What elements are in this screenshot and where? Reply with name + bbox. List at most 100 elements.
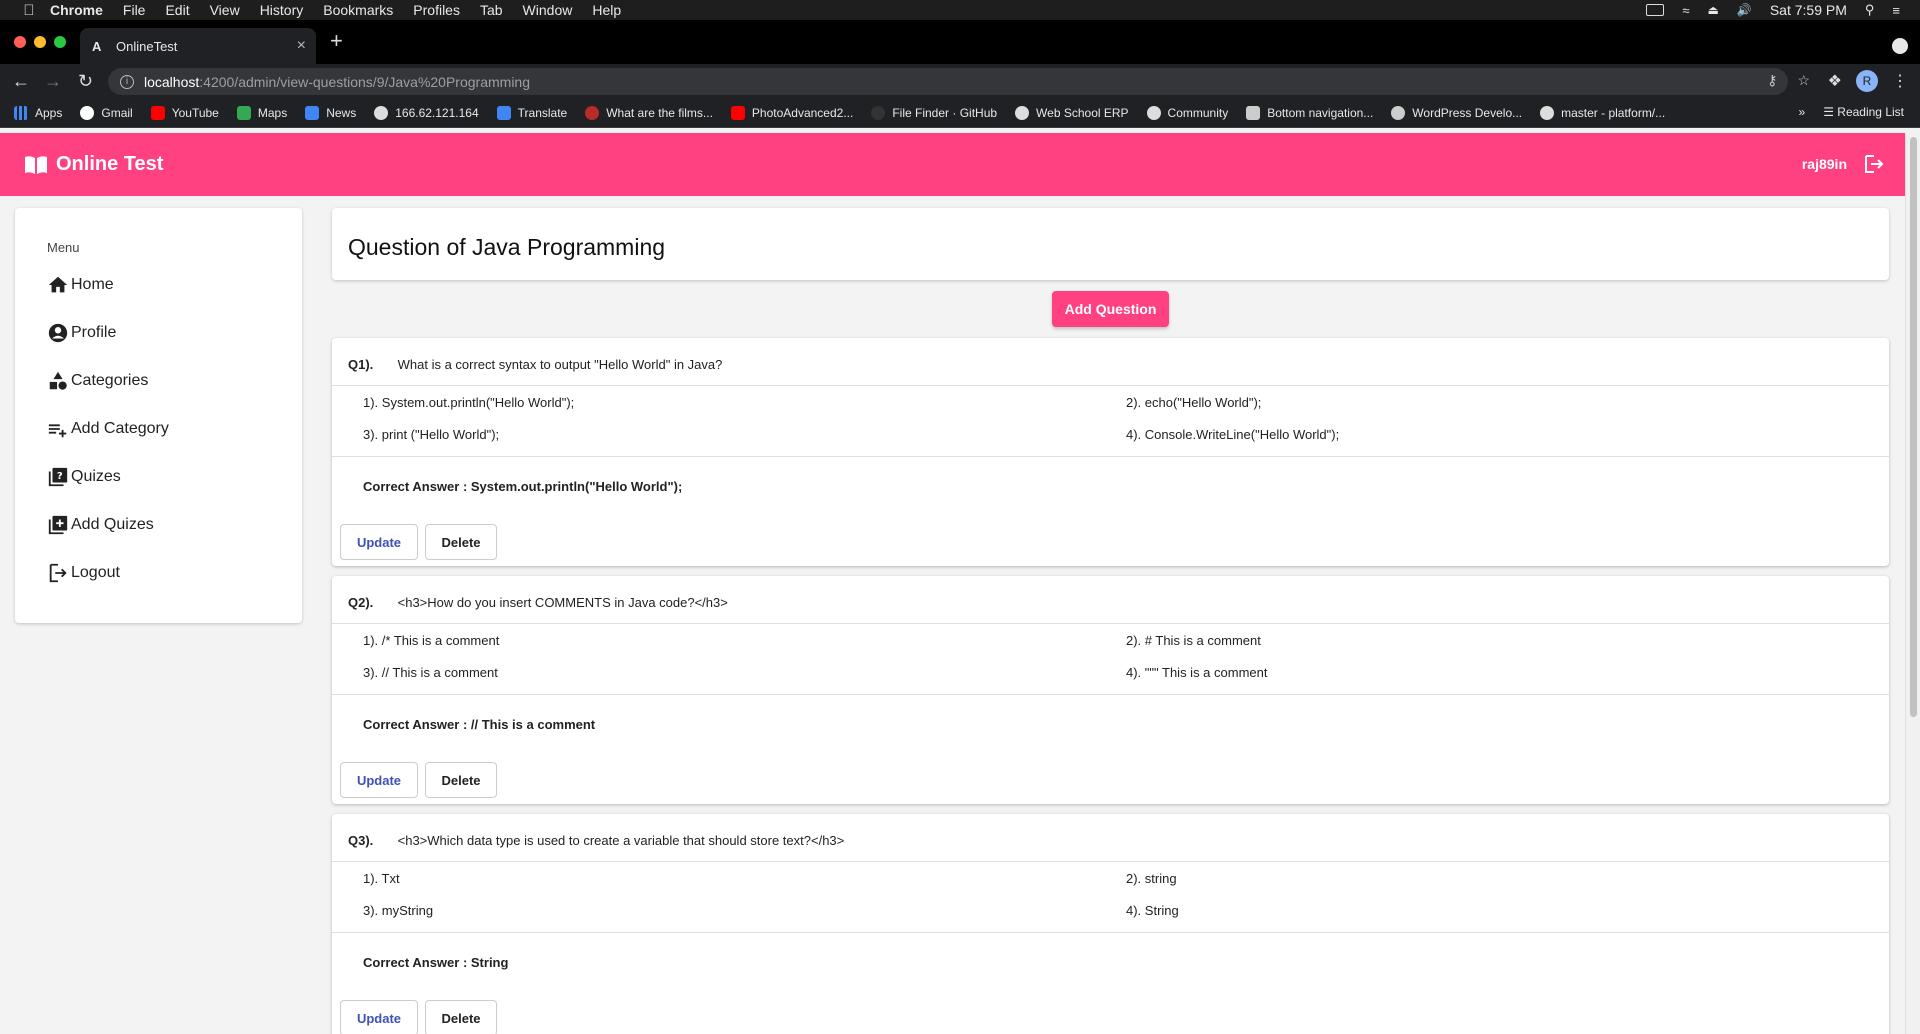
spotlight-search-icon[interactable]: ⚲ bbox=[1865, 2, 1875, 18]
control-center-icon[interactable]: ≡ bbox=[1892, 3, 1900, 18]
delete-button[interactable]: Delete bbox=[425, 762, 497, 798]
question-header: Q2). <h3>How do you insert COMMENTS in J… bbox=[348, 595, 728, 610]
tab-search-icon[interactable] bbox=[1892, 38, 1908, 54]
sidebar-item-profile[interactable]: Profile bbox=[47, 318, 116, 348]
bookmark-label: Web School ERP bbox=[1036, 105, 1129, 120]
mac-menu-profiles[interactable]: Profiles bbox=[413, 2, 460, 18]
window-minimize-button[interactable] bbox=[34, 36, 46, 48]
mac-menu-bookmarks[interactable]: Bookmarks bbox=[323, 2, 393, 18]
mac-menu-help[interactable]: Help bbox=[592, 2, 621, 18]
bookmark-bottom-nav[interactable]: Bottom navigation... bbox=[1246, 105, 1374, 120]
bookmark-films[interactable]: What are the films... bbox=[585, 105, 713, 120]
mac-menu-window[interactable]: Window bbox=[523, 2, 573, 18]
mac-menu-history[interactable]: History bbox=[260, 2, 304, 18]
bookmark-photoadvanced[interactable]: PhotoAdvanced2... bbox=[730, 105, 854, 120]
volume-icon[interactable]: 🔊 bbox=[1737, 3, 1752, 17]
scrollbar-thumb[interactable] bbox=[1910, 137, 1917, 717]
back-icon[interactable]: ← bbox=[12, 71, 30, 92]
bookmark-web-school[interactable]: Web School ERP bbox=[1015, 105, 1129, 120]
sidebar-item-logout[interactable]: Logout bbox=[47, 558, 120, 588]
page-scrollbar[interactable] bbox=[1905, 133, 1920, 1034]
update-button[interactable]: Update bbox=[340, 762, 418, 798]
question-number: Q1). bbox=[348, 357, 374, 372]
mac-menu-view[interactable]: View bbox=[210, 2, 240, 18]
divider bbox=[332, 861, 1889, 862]
wifi-icon[interactable]: ≈ bbox=[1682, 3, 1689, 18]
update-button[interactable]: Update bbox=[340, 1000, 418, 1034]
sidebar-item-categories[interactable]: Categories bbox=[47, 366, 148, 396]
address-bar[interactable]: i localhost :4200/admin/view-questions/9… bbox=[108, 68, 1788, 95]
bookmark-community[interactable]: Community bbox=[1146, 105, 1228, 120]
apple-icon[interactable]:  bbox=[20, 2, 38, 19]
logout-icon[interactable] bbox=[1863, 153, 1885, 178]
option-1: 1). /* This is a comment bbox=[363, 633, 500, 648]
correct-answer: Correct Answer : // This is a comment bbox=[363, 717, 596, 732]
bookmark-news[interactable]: News bbox=[305, 105, 356, 120]
forward-icon[interactable]: → bbox=[44, 71, 62, 92]
update-button[interactable]: Update bbox=[340, 524, 418, 560]
username-link[interactable]: raj89in bbox=[1802, 156, 1847, 172]
window-close-button[interactable] bbox=[14, 36, 26, 48]
delete-button[interactable]: Delete bbox=[425, 524, 497, 560]
option-2: 2). echo("Hello World"); bbox=[1126, 395, 1262, 410]
key-icon[interactable]: ⚷ bbox=[1767, 72, 1777, 89]
bookmark-youtube[interactable]: YouTube bbox=[150, 105, 219, 120]
sidebar-item-label: Home bbox=[71, 276, 114, 293]
delete-button[interactable]: Delete bbox=[425, 1000, 497, 1034]
bookmark-master-platform[interactable]: master - platform/... bbox=[1540, 105, 1666, 120]
new-tab-icon[interactable]: + bbox=[330, 28, 343, 54]
bookmark-label: File Finder · GitHub bbox=[892, 105, 998, 120]
keyboard-icon[interactable] bbox=[1646, 4, 1665, 16]
bookmarks-overflow-icon[interactable]: » bbox=[1799, 105, 1806, 119]
translate-icon bbox=[496, 105, 511, 120]
brand[interactable]: Online Test bbox=[24, 153, 163, 176]
clock[interactable]: Sat 7:59 PM bbox=[1770, 2, 1847, 18]
bookmark-wordpress[interactable]: WordPress Develo... bbox=[1391, 105, 1523, 120]
question-text: <h3>Which data type is used to create a … bbox=[397, 833, 845, 848]
mac-menu-chrome[interactable]: Chrome bbox=[50, 2, 103, 18]
mac-menu-tab[interactable]: Tab bbox=[480, 2, 503, 18]
tab-onlinetest[interactable]: A OnlineTest × bbox=[80, 28, 316, 64]
window-zoom-button[interactable] bbox=[54, 36, 66, 48]
bookmark-ip[interactable]: 166.62.121.164 bbox=[374, 105, 479, 120]
tab-close-icon[interactable]: × bbox=[297, 37, 306, 55]
bookmark-file-finder[interactable]: File Finder · GitHub bbox=[871, 105, 998, 120]
mac-menu-edit[interactable]: Edit bbox=[165, 2, 189, 18]
add-question-button[interactable]: Add Question bbox=[1052, 291, 1169, 327]
bookmark-label: WordPress Develo... bbox=[1412, 105, 1523, 120]
reload-icon[interactable]: ↻ bbox=[78, 71, 93, 92]
bookmark-maps[interactable]: Maps bbox=[236, 105, 287, 120]
correct-answer: Correct Answer : System.out.println("Hel… bbox=[363, 479, 683, 494]
bookmark-apps[interactable]: Apps bbox=[14, 105, 62, 120]
sidebar-item-home[interactable]: Home bbox=[47, 270, 114, 300]
playlist-add-icon bbox=[48, 424, 67, 438]
sidebar-item-quizes[interactable]: ? Quizes bbox=[47, 462, 121, 492]
brand-title: Online Test bbox=[56, 153, 164, 175]
option-4: 4). String bbox=[1126, 903, 1179, 918]
reading-list-label: Reading List bbox=[1837, 105, 1904, 119]
eject-icon[interactable]: ⏏ bbox=[1708, 3, 1719, 17]
bookmark-translate[interactable]: Translate bbox=[496, 105, 567, 120]
divider bbox=[332, 932, 1889, 933]
sidebar-item-label: Add Category bbox=[71, 420, 169, 437]
bookmark-label: YouTube bbox=[171, 105, 219, 120]
book-open-icon bbox=[25, 155, 47, 174]
profile-avatar[interactable]: R bbox=[1856, 70, 1878, 92]
mac-menu-file[interactable]: File bbox=[123, 2, 146, 18]
page-title: Question of Java Programming bbox=[348, 234, 666, 260]
globe-icon bbox=[1015, 105, 1030, 120]
site-info-icon[interactable]: i bbox=[120, 74, 134, 89]
bookmark-label: PhotoAdvanced2... bbox=[751, 105, 854, 120]
bookmark-label: master - platform/... bbox=[1561, 105, 1666, 120]
reading-list[interactable]: ☰ Reading List bbox=[1823, 105, 1904, 119]
bookmark-label: Bottom navigation... bbox=[1267, 105, 1374, 120]
chrome-menu-icon[interactable]: ⋮ bbox=[1892, 71, 1908, 91]
sidebar-item-add-category[interactable]: Add Category bbox=[47, 414, 169, 444]
bookmark-star-icon[interactable]: ☆ bbox=[1797, 72, 1810, 89]
extensions-icon[interactable]: ❖ bbox=[1828, 71, 1842, 91]
bookmark-gmail[interactable]: Gmail bbox=[80, 105, 133, 120]
category-icon bbox=[49, 371, 67, 390]
sidebar-item-add-quizes[interactable]: Add Quizes bbox=[47, 510, 154, 540]
bookmark-label: Gmail bbox=[101, 105, 133, 120]
option-4: 4). Console.WriteLine("Hello World"); bbox=[1126, 427, 1340, 442]
